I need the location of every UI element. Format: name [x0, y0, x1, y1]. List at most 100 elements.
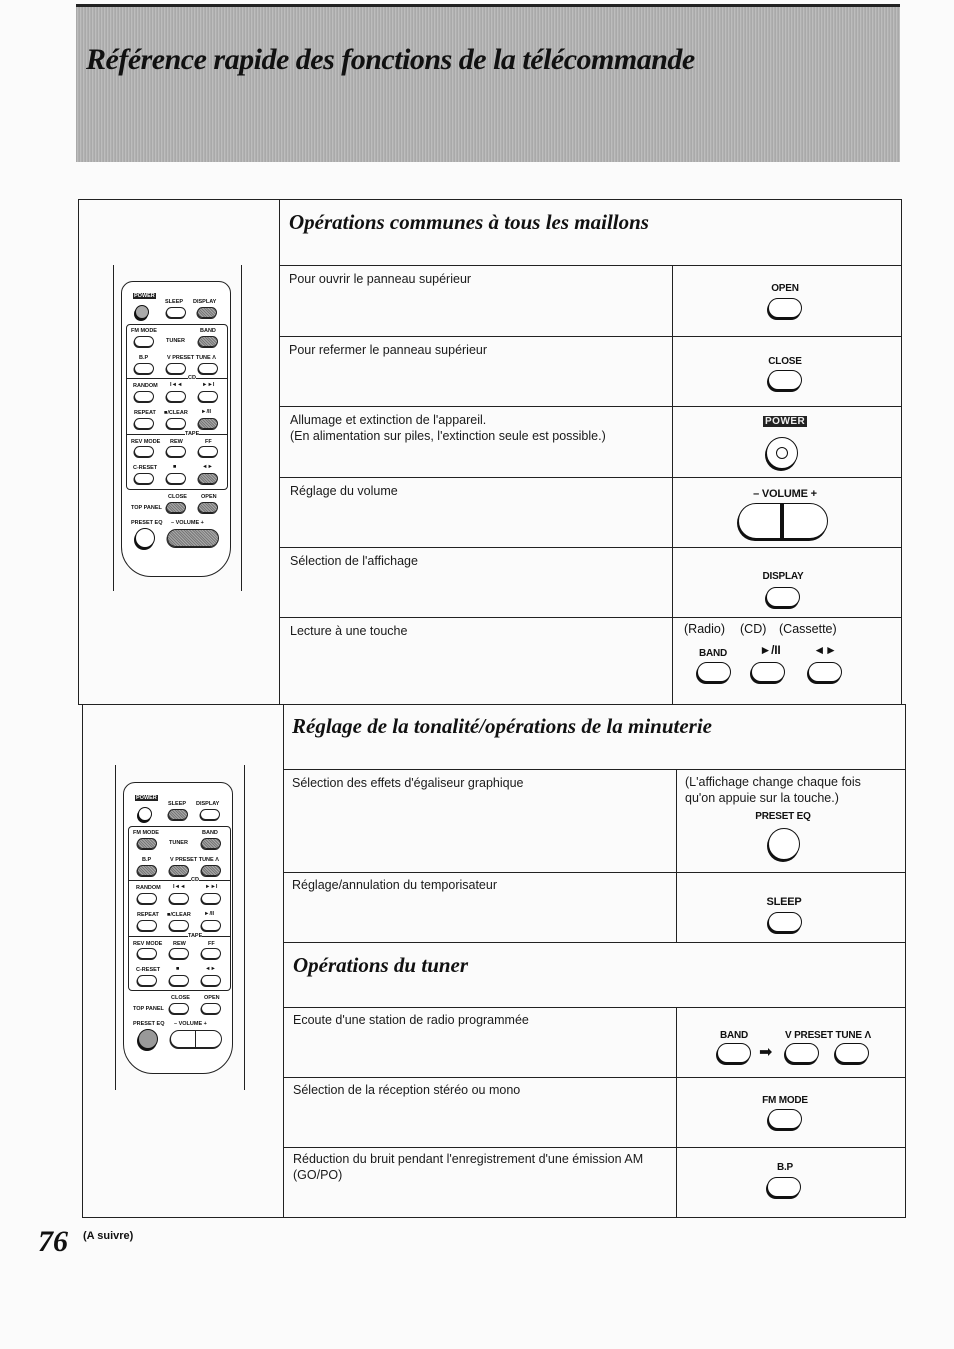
divider: [283, 704, 284, 1218]
remote-power-button: [138, 807, 152, 821]
bp-button-icon: [767, 1177, 801, 1197]
remote-tuner-label: TUNER: [169, 840, 188, 846]
tape-play-label: ◄►: [813, 643, 837, 657]
divider: [283, 1147, 906, 1148]
remote-random-label: RANDOM: [136, 885, 161, 891]
divider: [283, 942, 906, 943]
remote-repeat-label: REPEAT: [134, 410, 156, 416]
display-label: DISPLAY: [762, 571, 804, 582]
remote-display-label: DISPLAY: [193, 299, 217, 305]
section-title-common: Opérations communes à tous les maillons: [289, 210, 649, 234]
remote-creset-button: [134, 473, 154, 484]
remote-preseteq-button: [138, 1029, 158, 1049]
remote-next-button: [201, 893, 221, 904]
preset-tune-up-button-icon: [835, 1043, 869, 1063]
play-pause-label: ►/II: [759, 643, 781, 657]
open-label: OPEN: [771, 283, 799, 294]
remote-volume-button: [170, 1030, 222, 1048]
remote-close-button: [169, 1003, 189, 1014]
remote-playpause-button: [198, 418, 218, 429]
remote-open-button: [198, 502, 218, 513]
remote-fmmode-button: [137, 838, 157, 849]
close-button-icon: [768, 370, 802, 390]
remote-prev-label: I◄◄: [170, 382, 183, 388]
divider: [279, 547, 902, 548]
preset-tune-down-button-icon: [785, 1043, 819, 1063]
section-title-tone: Réglage de la tonalité/opérations de la …: [292, 714, 712, 738]
remote-band-label: BAND: [200, 328, 216, 334]
remote-toppanel-label: TOP PANEL: [131, 505, 162, 511]
remote-fmmode-label: FM MODE: [133, 830, 159, 836]
remote-cd-label: CD: [191, 877, 199, 883]
volume-label: – VOLUME +: [753, 488, 817, 500]
preset-eq-label: PRESET EQ: [755, 811, 811, 822]
volume-divider: [780, 504, 784, 538]
mode-cd: (CD): [740, 622, 767, 636]
remote-stopclear-label: ■/CLEAR: [164, 410, 188, 416]
remote-volume-label: – VOLUME +: [174, 1021, 207, 1027]
row-description: Réduction du bruit pendant l'enregistrem…: [293, 1152, 644, 1166]
remote-sleep-button: [166, 307, 186, 318]
remote-stop-label: ■: [176, 966, 180, 972]
remote-power-label: POWER: [133, 293, 156, 299]
remote-divider: [126, 434, 228, 435]
divider: [279, 617, 902, 618]
remote-ff-button: [198, 446, 218, 457]
remote-sleep-label: SLEEP: [168, 801, 187, 807]
remote-toppanel-label: TOP PANEL: [133, 1006, 164, 1012]
page-number: 76: [38, 1225, 68, 1258]
remote-revmode-label: REV MODE: [133, 941, 163, 947]
remote-bp-label: B.P: [142, 857, 152, 863]
row-description: Sélection des effets d'égaliseur graphiq…: [292, 776, 524, 790]
remote-divider: [126, 378, 228, 379]
remote-edge: [113, 265, 114, 591]
remote-edge: [115, 765, 116, 1090]
remote-preseteq-label: PRESET EQ: [131, 520, 163, 526]
remote-bp-button: [134, 363, 154, 374]
remote-presetdown-button: [166, 363, 186, 374]
remote-divider: [128, 880, 231, 881]
remote-tapeplay-label: ◄►: [202, 464, 213, 470]
power-button-icon: [766, 437, 798, 469]
remote-tapeplay-button: [198, 473, 218, 484]
remote-playpause-label: ►/II: [201, 409, 212, 415]
remote-tapeplay-label: ◄►: [205, 966, 216, 972]
divider: [283, 872, 906, 873]
preset-eq-button-icon: [768, 828, 800, 860]
remote-repeat-button: [137, 920, 157, 931]
band-label: BAND: [698, 648, 728, 659]
power-label: POWER: [763, 416, 808, 427]
remote-ff-button: [201, 948, 221, 959]
divider: [279, 336, 902, 337]
sleep-button-icon: [768, 912, 802, 932]
row-description: Réglage/annulation du temporisateur: [292, 878, 497, 892]
mode-radio: (Radio): [684, 622, 725, 636]
remote-stopclear-label: ■/CLEAR: [167, 912, 191, 918]
close-label: CLOSE: [768, 356, 802, 367]
remote-stopclear-button: [166, 418, 186, 429]
remote-playpause-label: ►/II: [204, 911, 215, 917]
remote-next-label: ►►I: [202, 382, 215, 388]
remote-open-label: OPEN: [204, 995, 220, 1001]
volume-button-icon: [738, 503, 828, 539]
row-description: Allumage et extinction de l'appareil.: [290, 413, 487, 427]
divider: [283, 769, 906, 770]
mode-cassette: (Cassette): [779, 622, 837, 636]
remote-preseteq-label: PRESET EQ: [133, 1021, 165, 1027]
open-button-icon: [768, 298, 802, 318]
remote-power-label: POWER: [135, 795, 158, 801]
remote-stop-button: [169, 975, 189, 986]
remote-stop-label: ■: [173, 464, 177, 470]
remote-band-button: [198, 336, 218, 347]
divider: [279, 406, 902, 407]
remote-close-label: CLOSE: [168, 494, 187, 500]
bp-label: B.P: [776, 1162, 794, 1173]
remote-prev-button: [169, 893, 189, 904]
remote-volume-button: [167, 529, 219, 547]
remote-creset-label: C-RESET: [136, 967, 161, 973]
remote-presettune-label: V PRESET TUNE Λ: [170, 857, 219, 863]
remote-revmode-button: [137, 948, 157, 959]
page-title: Référence rapide des fonctions de la tél…: [86, 43, 695, 76]
play-pause-button-icon: [751, 662, 785, 682]
remote-random-button: [137, 893, 157, 904]
